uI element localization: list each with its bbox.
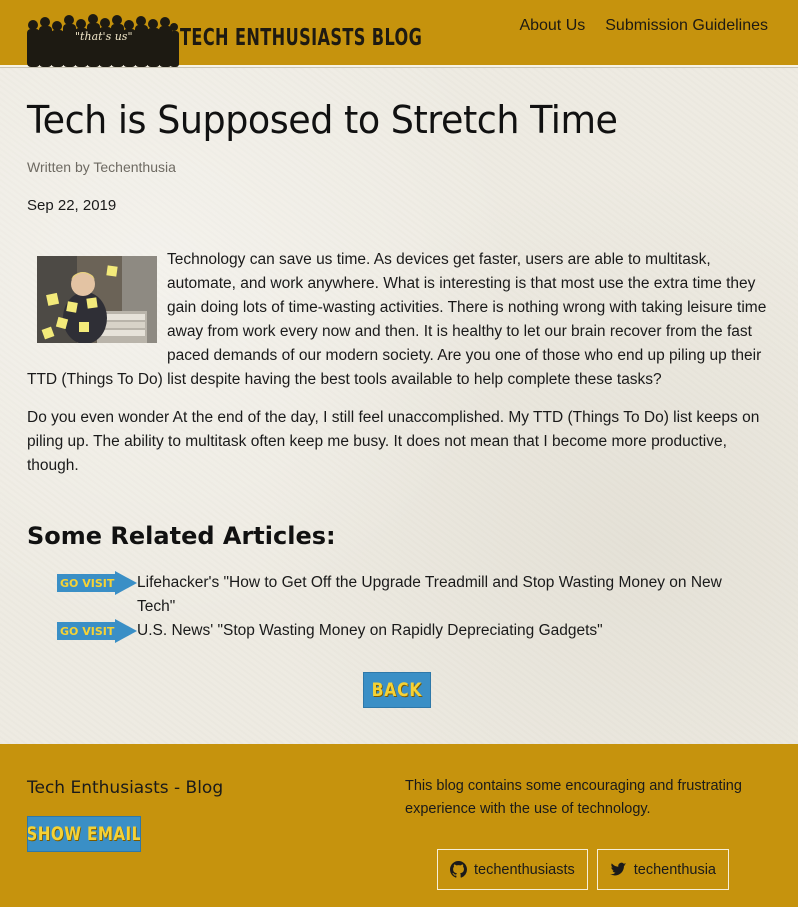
site-logo[interactable]: "that's us" TECH ENTHUSIASTS BLOG <box>27 13 422 67</box>
twitter-username: techenthusia <box>633 861 716 878</box>
github-icon <box>450 861 467 878</box>
article-date: Sep 22, 2019 <box>27 197 117 214</box>
article-body: Technology can save us time. As devices … <box>27 248 769 492</box>
article-image <box>37 256 157 343</box>
back-button[interactable]: BACK <box>363 672 431 708</box>
article-byline: Written by Techenthusia <box>27 159 176 175</box>
go-visit-badge-label: GO VISIT <box>60 577 115 590</box>
site-header: "that's us" TECH ENTHUSIASTS BLOG About … <box>0 0 798 67</box>
footer-description: This blog contains some encouraging and … <box>405 778 742 817</box>
nav-about-us[interactable]: About Us <box>519 17 585 35</box>
nav-submission-guidelines[interactable]: Submission Guidelines <box>605 17 768 35</box>
page-title: Tech is Supposed to Stretch Time <box>27 98 618 142</box>
go-visit-badge-label: GO VISIT <box>60 625 115 638</box>
twitter-link[interactable]: techenthusia <box>596 849 729 890</box>
show-email-label: SHOW EMAIL <box>27 823 141 845</box>
twitter-icon <box>609 862 627 876</box>
github-username: techenthusiasts <box>474 861 575 878</box>
stressed-worker-illustration <box>37 256 157 343</box>
main-nav: About Us Submission Guidelines <box>519 17 768 35</box>
social-links: techenthusiasts techenthusia <box>437 849 729 890</box>
site-footer: Tech Enthusiasts - Blog SHOW EMAIL This … <box>0 744 798 907</box>
github-link[interactable]: techenthusiasts <box>437 849 588 890</box>
article-paragraph: Do you even wonder At the end of the day… <box>27 409 760 474</box>
related-articles-heading: Some Related Articles: <box>27 522 336 550</box>
related-article-link-lifehacker[interactable]: Lifehacker's "How to Get Off the Upgrade… <box>137 571 757 619</box>
related-article-item: GO VISIT Lifehacker's "How to Get Off th… <box>57 571 757 619</box>
show-email-button[interactable]: SHOW EMAIL <box>27 816 141 852</box>
related-article-item: GO VISIT U.S. News' "Stop Wasting Money … <box>57 619 757 643</box>
go-visit-arrow-icon[interactable]: GO VISIT <box>57 571 137 595</box>
related-article-link-usnews[interactable]: U.S. News' "Stop Wasting Money on Rapidl… <box>137 619 603 643</box>
logo-tagline: "that's us" <box>75 30 133 43</box>
back-button-label: BACK <box>371 679 423 701</box>
related-articles-list: GO VISIT Lifehacker's "How to Get Off th… <box>57 571 757 643</box>
go-visit-arrow-icon[interactable]: GO VISIT <box>57 619 137 643</box>
logo-wordmark: TECH ENTHUSIASTS BLOG <box>180 25 423 51</box>
footer-title: Tech Enthusiasts - Blog <box>27 778 224 798</box>
